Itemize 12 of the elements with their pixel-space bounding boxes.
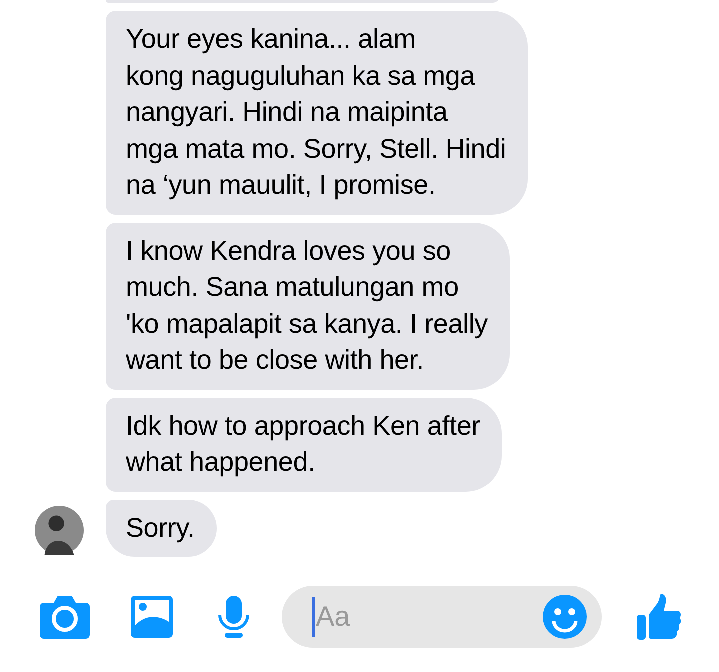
message-bubble: Your eyes kanina... alam kong naguguluhan ka sa mga nangyari. Hindi na maipinta mga mata mo. Sorry, Stell. Hindi na ‘yun mauulit, I promise.: [106, 11, 528, 214]
message-field[interactable]: Aa: [282, 586, 602, 648]
message-bubble: I know Kendra loves you so much. Sana matulungan mo 'ko mapalapit sa kanya. I really want to be close with her.: [106, 222, 510, 390]
message-bubble: Idk how to approach Ken after what happened.: [106, 398, 502, 492]
avatar: [35, 506, 84, 555]
message-input[interactable]: Aa: [315, 601, 542, 633]
emoji-icon[interactable]: [542, 594, 588, 640]
microphone-icon[interactable]: [217, 595, 251, 639]
image-icon[interactable]: [130, 595, 174, 639]
message-bubble: Sorry.: [106, 500, 217, 557]
camera-icon[interactable]: [40, 595, 90, 639]
thumbs-up-icon[interactable]: [636, 593, 682, 641]
